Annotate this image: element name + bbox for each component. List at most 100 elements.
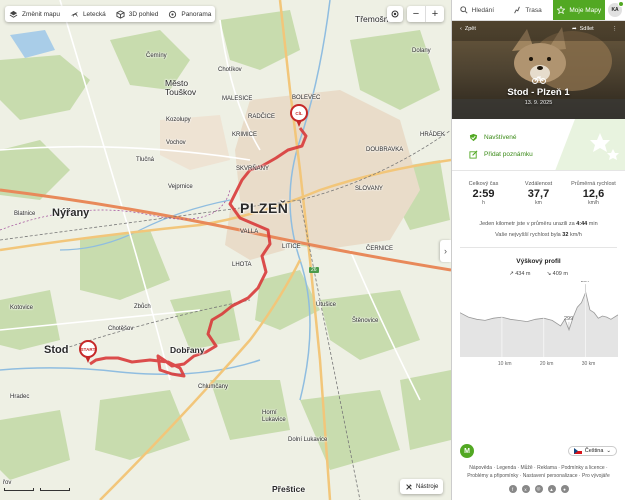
map-label-horni-lukavice: Horní Lukavice [262,410,286,423]
aerial-button[interactable]: Letecká [70,10,106,19]
zoom-in-button[interactable]: + [426,6,444,22]
twitter-icon[interactable]: x [521,485,530,493]
route-icon [514,6,521,14]
stat-unit: h [482,200,485,206]
x-tick-label: 10 km [498,361,512,367]
tools-button[interactable]: Nástroje [400,479,444,494]
divider [460,247,617,248]
more-vertical-icon: ⋮ [612,26,618,32]
stat-value: 2:59 [472,188,495,200]
map-canvas[interactable]: Třemošná Město Touškov PLZEŇ Nýřany Stod… [0,0,451,500]
share-label: Sdílet [579,26,594,32]
stat-total-time: Celkový čas 2:59 h [456,181,511,209]
aerial-label: Letecká [82,10,106,18]
visited-button[interactable]: Navštívené [469,133,517,142]
map-label-valla: VALLA [240,229,259,235]
map-label-lhota: LHOTA [232,262,252,268]
tab-route-label: Trasa [525,6,542,14]
map-scale [4,488,70,491]
search-icon [459,6,468,14]
tab-route[interactable]: Trasa [502,0,554,20]
android-icon[interactable]: ▲ [547,485,556,493]
trip-stats: Celkový čas 2:59 h Vzdálenost 37,7 km Pr… [452,171,625,209]
map-label-dobrany: Dobřany [170,345,205,355]
map-label-mesto-touskov: Město Touškov [165,78,197,97]
plane-icon [70,11,79,17]
elevation-profile-title: Výškový profil [516,258,561,265]
back-button[interactable]: ‹ Zpět [460,26,476,32]
footer-links-line-2[interactable]: Problémy a připomínky · Nastavení person… [467,473,610,479]
user-avatar[interactable]: KA [608,1,625,17]
edit-note-icon [469,150,478,159]
tools-label: Nástroje [416,483,439,490]
map-label-chotikov: Chotíkov [218,67,242,73]
pace-note: Jeden kilometr jste v průměru urazili za… [479,221,598,238]
map-label-doubravka: DOUBRAVKA [366,147,404,153]
map-label-dolni-lukavice: Dolní Lukavice [288,437,328,443]
chevron-right-icon: › [444,246,447,256]
collapse-panel-button[interactable]: › [440,240,451,262]
more-menu-button[interactable]: ⋮ [612,26,618,32]
panorama-button[interactable]: Panorama [168,10,211,19]
share-button[interactable]: ➦ Sdílet [572,26,594,32]
mapy-logo[interactable]: M [460,444,474,458]
map-label-prestice: Přeštice [272,484,306,494]
apple-icon[interactable]: ● [560,485,569,493]
locate-icon [391,10,399,18]
language-select[interactable]: Čeština ⌄ [567,446,617,456]
change-map-button[interactable]: Změnit mapu [9,10,60,19]
tab-my-maps[interactable]: Moje Mapy [553,0,606,20]
online-badge [618,1,625,7]
map-label-blatnice: Blatnice [14,211,36,217]
panel-tabs: Hledání Trasa Moje Mapy KA [452,0,625,21]
avatar-initials: KA [611,7,619,13]
social-links: f x ◎ ▲ ● [452,485,625,493]
tools-icon [406,483,412,490]
start-pin[interactable]: START [79,340,97,364]
locate-button[interactable] [387,6,403,22]
elevation-summary: ↗ 434 m ↘ 409 m [452,271,625,277]
back-label: Zpět [464,26,476,32]
panorama-label: Panorama [181,10,212,18]
ascent-stat: ↗ 434 m [509,271,531,277]
facebook-icon[interactable]: f [508,485,517,493]
chevron-down-icon: ⌄ [606,448,611,454]
finish-pin[interactable]: CÍL [290,104,308,128]
instagram-icon[interactable]: ◎ [534,485,543,493]
footer-links-line-1[interactable]: Nápověda · Legenda · Můžě · Reklama · Po… [469,465,607,471]
layers-icon [9,10,18,18]
add-note-button[interactable]: Přidat poznámku [469,150,533,159]
map-label-plzen: PLZEŇ [240,200,289,216]
stat-distance: Vzdálenost 37,7 km [511,181,566,209]
map-label-malesice: MALESICE [222,96,253,102]
trip-actions: Navštívené Přidat poznámku [452,119,625,171]
map-label-vochov: Vochov [166,140,186,146]
add-note-label: Přidat poznámku [484,151,533,158]
stat-unit: km [535,200,542,206]
map-toolbar: Změnit mapu Letecká 3D pohled Panorama [5,6,216,22]
x-tick-label: 30 km [582,361,596,367]
map-label-hradec: Hradec [10,394,30,400]
ascent-icon: ↗ [509,271,514,277]
elevation-chart[interactable]: 10 km 20 km 30 km 299 367 [459,278,619,371]
trip-title: Stod - Plzeň 1 [507,87,570,98]
chevron-left-icon: ‹ [460,26,462,32]
annotation-label: 367 [581,281,590,284]
annotation-label: 299 [564,316,573,322]
trip-date: 13. 9. 2025 [524,100,553,106]
footer-links: Nápověda · Legenda · Můžě · Reklama · Po… [452,464,625,480]
tab-search[interactable]: Hledání [452,0,502,20]
road-number: 26 [309,267,319,273]
stat-avg-speed: Průměrná rychlost 12,6 km/h [566,181,621,209]
panel-footer: M Čeština ⌄ Nápověda · Legenda · Můžě · … [452,444,625,493]
map-label-chlumcany: Chlumčany [198,384,229,390]
map-label-slovany: SLOVANY [355,186,383,192]
map-label-cernice: ČERNICE [366,246,394,252]
map-label-litice: LITICE [282,244,301,250]
map-label-stenovice: Štěnovice [352,318,379,324]
elevation-area [460,292,618,357]
tab-search-label: Hledání [471,6,495,14]
cube-icon [116,9,125,19]
zoom-out-button[interactable]: − [407,6,426,22]
3d-view-button[interactable]: 3D pohled [116,9,158,19]
